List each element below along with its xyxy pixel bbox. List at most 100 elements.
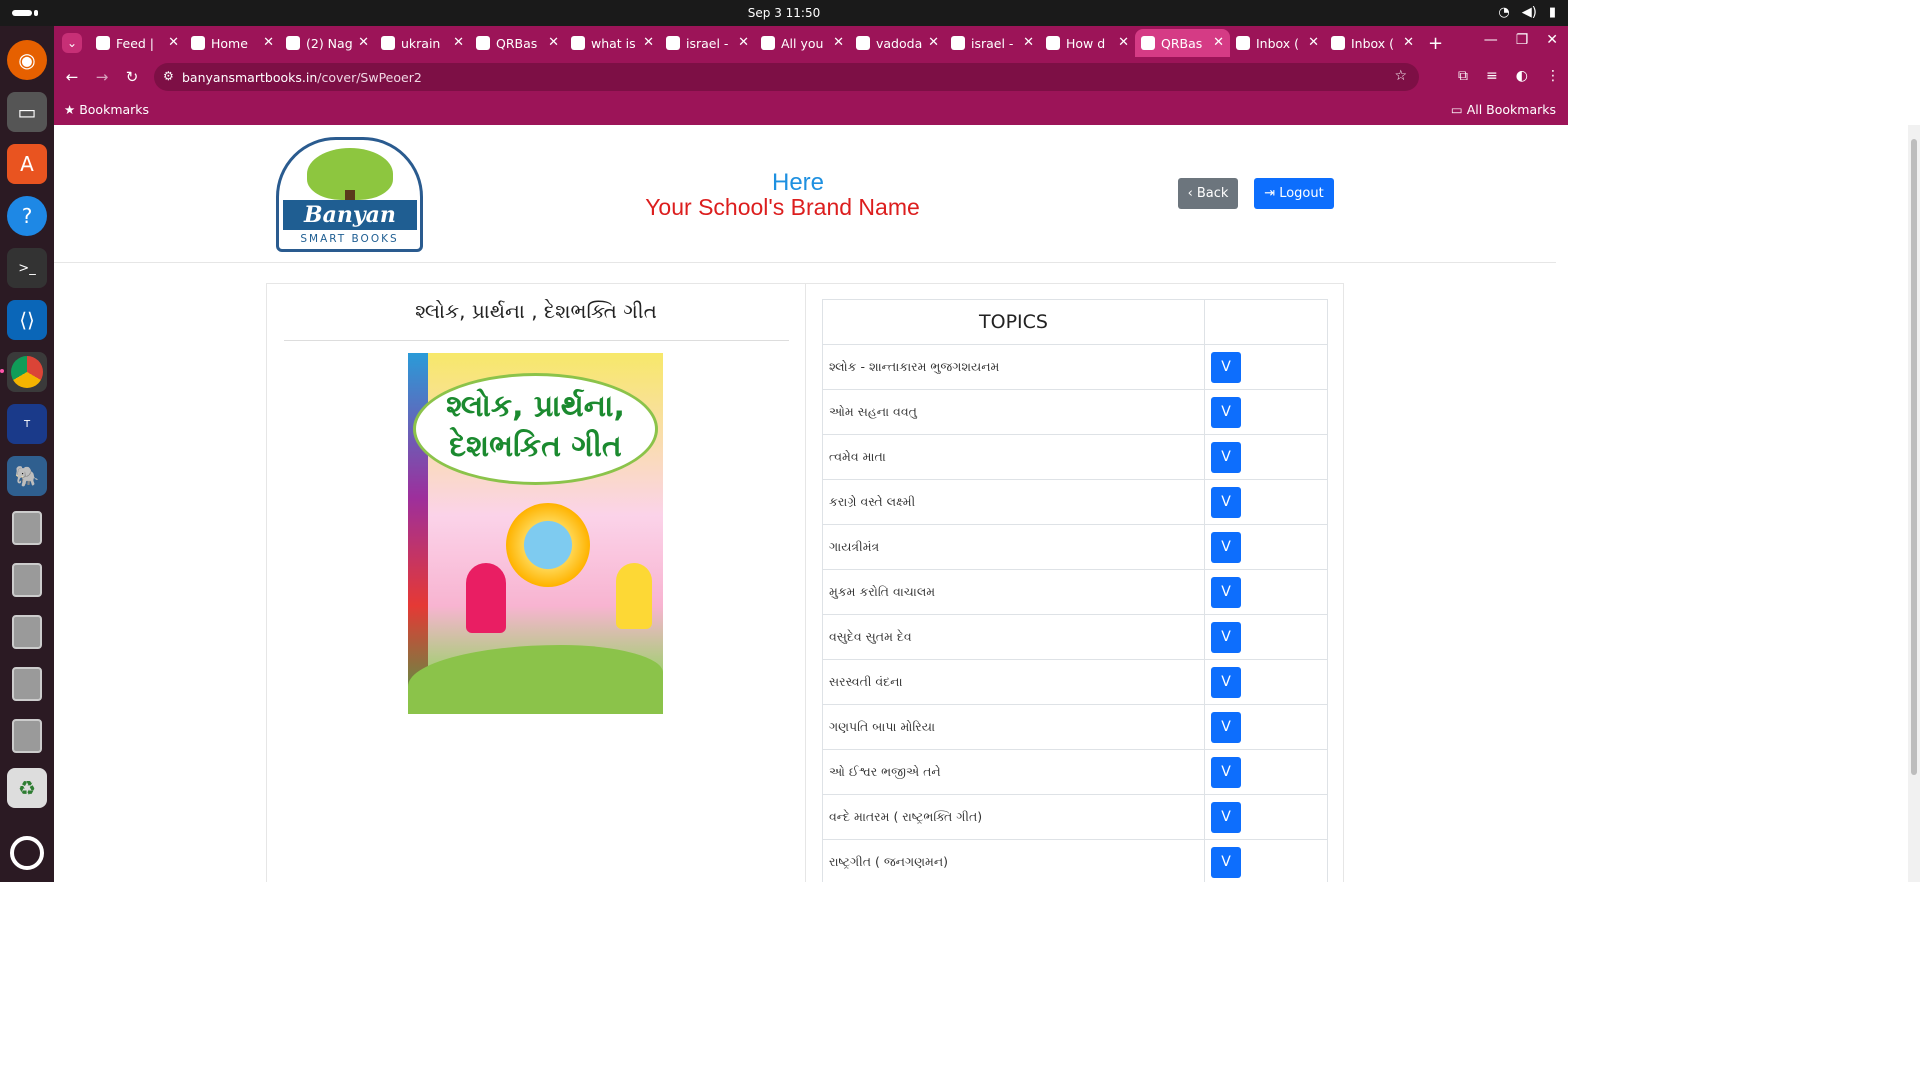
banyan-logo[interactable]: Banyan SMART BOOKS	[276, 137, 423, 252]
browser-tab[interactable]: Q QRBas ✕	[470, 29, 565, 57]
address-bar[interactable]: ⚙ banyansmartbooks.in/cover/SwPeoer2 ☆	[154, 63, 1419, 91]
app-center-icon[interactable]: A	[7, 144, 47, 184]
profile-avatar[interactable]: ◐	[1516, 68, 1528, 84]
browser-tab[interactable]: ● How d ✕	[1040, 29, 1135, 57]
bookmark-star-icon[interactable]: ☆	[1394, 68, 1407, 84]
view-topic-button[interactable]: V	[1211, 846, 1241, 878]
tab-close-icon[interactable]: ✕	[453, 35, 464, 50]
view-topic-button[interactable]: V	[1211, 351, 1241, 383]
topic-name: ગાયત્રીમંત્ર	[822, 524, 1205, 570]
view-topic-button[interactable]: V	[1211, 801, 1241, 833]
page-scrollbar[interactable]	[1908, 125, 1920, 882]
tab-close-icon[interactable]: ✕	[833, 35, 844, 50]
disk-icon[interactable]	[7, 716, 47, 756]
browser-tab[interactable]: Gvadoda ✕	[850, 29, 945, 57]
bookmarks-link[interactable]: Bookmarks	[79, 102, 149, 117]
scrollbar-thumb[interactable]	[1911, 139, 1917, 775]
view-topic-button[interactable]: V	[1211, 441, 1241, 473]
disk-icon[interactable]	[7, 560, 47, 600]
disk-icon[interactable]	[7, 508, 47, 548]
back-arrow-icon[interactable]: ←	[57, 68, 87, 86]
view-topic-button[interactable]: V	[1211, 396, 1241, 428]
menu-kebab-icon[interactable]: ⋮	[1546, 68, 1560, 84]
system-tray[interactable]: ◔ ◀) ▮	[1498, 5, 1556, 20]
tab-favicon-icon: H	[761, 36, 775, 50]
tab-close-icon[interactable]: ✕	[928, 35, 939, 50]
table-row: ઓ ઈશ્વર ભજીએ તને V	[822, 749, 1328, 795]
tab-close-icon[interactable]: ✕	[358, 35, 369, 50]
browser-tab[interactable]: H Home ✕	[185, 29, 280, 57]
topics-table: TOPICS શ્લોક - શાન્તાકારમ ભુજગશયનમ V ઓમ સહ…	[822, 299, 1328, 882]
tab-favicon-icon: H	[191, 36, 205, 50]
view-topic-button[interactable]: V	[1211, 531, 1241, 563]
tab-close-icon[interactable]: ✕	[1118, 35, 1129, 50]
tab-close-icon[interactable]: ✕	[168, 35, 179, 50]
browser-tab[interactable]: M Inbox (✕	[1230, 29, 1325, 57]
browser-tab[interactable]: M Inbox (✕	[1325, 29, 1420, 57]
tab-search-button[interactable]: ⌄	[62, 33, 82, 53]
trash-icon[interactable]: ♻	[7, 768, 47, 808]
tab-title: vadoda	[876, 35, 923, 51]
media-control-icon[interactable]: ≡	[1486, 68, 1498, 84]
all-bookmarks-link[interactable]: ▭ All Bookmarks	[1451, 102, 1556, 117]
terminal-icon[interactable]: >_	[7, 248, 47, 288]
view-topic-button[interactable]: V	[1211, 711, 1241, 743]
book-title: શ્લોક, પ્રાર્થના , દેશભક્તિ ગીત	[415, 299, 657, 323]
view-topic-button[interactable]: V	[1211, 576, 1241, 608]
tab-close-icon[interactable]: ✕	[1403, 35, 1414, 50]
girl-illustration	[466, 563, 506, 633]
web-page: Banyan SMART BOOKS Here Your School's Br…	[54, 125, 1556, 882]
show-apps-icon[interactable]	[10, 836, 44, 870]
view-topic-button[interactable]: V	[1211, 666, 1241, 698]
help-icon[interactable]: ?	[7, 196, 47, 236]
disk-icon[interactable]	[7, 664, 47, 704]
files-icon[interactable]: ▭	[7, 92, 47, 132]
topic-action-cell: V	[1204, 614, 1328, 660]
system-clock[interactable]: Sep 3 11:50	[748, 6, 820, 20]
tab-close-icon[interactable]: ✕	[263, 35, 274, 50]
browser-tab[interactable]: Gisrael - ✕	[945, 29, 1040, 57]
tab-close-icon[interactable]: ✕	[1308, 35, 1319, 50]
browser-tab[interactable]: ● QRBas ✕	[1135, 29, 1230, 57]
tab-close-icon[interactable]: ✕	[643, 35, 654, 50]
view-topic-button[interactable]: V	[1211, 486, 1241, 518]
browser-tab[interactable]: Gwhat is ✕	[565, 29, 660, 57]
tab-favicon-icon: ●	[1141, 36, 1155, 50]
topic-name: ત્વમેવ માતા	[822, 434, 1205, 480]
browser-tab[interactable]: Gisrael - ✕	[660, 29, 755, 57]
browser-tab[interactable]: in Feed | ✕	[90, 29, 185, 57]
postgresql-icon[interactable]: 🐘	[7, 456, 47, 496]
disk-icon[interactable]	[7, 612, 47, 652]
dock: ◉ ▭ A ? >_ ⟨⟩ T 🐘 ♻	[0, 26, 54, 882]
tab-close-icon[interactable]: ✕	[548, 35, 559, 50]
activities-indicator[interactable]	[12, 10, 38, 16]
firefox-icon[interactable]: ◉	[7, 40, 47, 80]
topper-education-icon[interactable]: T	[7, 404, 47, 444]
chrome-icon[interactable]	[0, 352, 47, 392]
browser-tab[interactable]: ▶ (2) Nag ✕	[280, 29, 375, 57]
tab-close-icon[interactable]: ✕	[1213, 35, 1224, 50]
topic-action-cell: V	[1204, 434, 1328, 480]
tab-title: what is	[591, 35, 636, 51]
browser-tab[interactable]: Gukrain ✕	[375, 29, 470, 57]
tab-favicon-icon: G	[856, 36, 870, 50]
site-info-icon[interactable]: ⚙	[163, 69, 174, 83]
table-row: મુકમ કરોતિ વાચાલમ V	[822, 569, 1328, 615]
browser-tab[interactable]: H All you ✕	[755, 29, 850, 57]
tab-close-icon[interactable]: ✕	[738, 35, 749, 50]
view-topic-button[interactable]: V	[1211, 756, 1241, 788]
tab-close-icon[interactable]: ✕	[1023, 35, 1034, 50]
maximize-icon[interactable]: ❐	[1516, 32, 1529, 48]
minimize-icon[interactable]: —	[1484, 32, 1498, 48]
view-topic-button[interactable]: V	[1211, 621, 1241, 653]
vscode-icon[interactable]: ⟨⟩	[7, 300, 47, 340]
table-row: ઓમ સહના વવતુ V	[822, 389, 1328, 435]
new-tab-button[interactable]: +	[1428, 33, 1443, 54]
back-button[interactable]: ‹ Back	[1178, 178, 1238, 209]
extensions-icon[interactable]: ⧉	[1458, 68, 1468, 84]
topic-action-cell: V	[1204, 659, 1328, 705]
logout-button[interactable]: ⇥ Logout	[1254, 178, 1334, 209]
close-window-icon[interactable]: ✕	[1546, 32, 1558, 48]
reload-icon[interactable]: ↻	[117, 68, 147, 86]
forward-arrow-icon[interactable]: →	[87, 68, 117, 86]
